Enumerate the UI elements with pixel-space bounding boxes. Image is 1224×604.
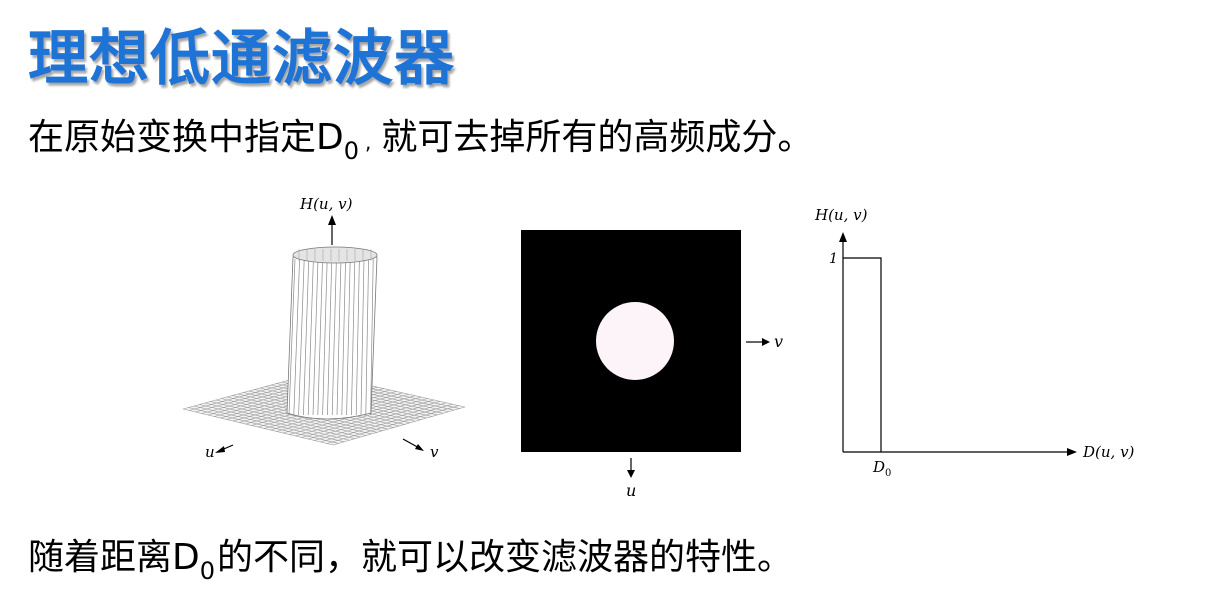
line2-subscript: 0 [199,557,216,585]
profile-step-curve [843,257,882,452]
profile-y-tick-label: 1 [829,251,838,267]
line1-subscript: 0 [343,137,360,165]
profile-x-arrowhead [1067,448,1077,456]
line1-text-start: 在原始变换中指定D [28,117,344,158]
profile-d0-label: D0 [872,458,891,479]
v-axis-arrowhead [415,444,424,451]
profile-y-arrowhead [839,232,847,242]
description-line-2: 随着距离D0的不同，就可以改变滤波器的特性。 [28,528,794,585]
lpf-3d-surface-figure: H(u, v) u v [175,195,475,495]
z-axis-arrowhead [328,215,336,225]
v-axis-label: v [430,443,439,461]
profile-y-label: H(u, v) [814,206,868,224]
profile-x-label: D(u, v) [1082,443,1135,461]
lpf-profile-figure: H(u, v) 1 D(u, v) D0 [805,200,1165,490]
lpf-image-figure: v u [518,230,788,500]
line2-text-start: 随着距离D [28,537,200,578]
cylinder-surface [286,246,378,420]
image-v-axis-label: v [774,332,783,351]
lpf-profile-svg: H(u, v) 1 D(u, v) D0 [814,206,1135,479]
image-u-axis-arrowhead [627,470,635,478]
z-axis-label: H(u, v) [299,195,353,213]
u-axis-label: u [205,443,215,461]
line2-text-end: 的不同，就可以改变滤波器的特性。 [217,537,794,578]
line1-text-end: 就可去掉所有的高频成分。 [381,117,814,158]
description-line-1: 在原始变换中指定D0, 就可去掉所有的高频成分。 [28,108,814,165]
u-axis-arrowhead [215,446,225,453]
slide-title: 理想低通滤波器 [28,24,455,94]
lpf-image-axes: v u [626,332,783,500]
lpf-3d-surface-svg: H(u, v) u v [182,195,466,461]
image-u-axis-label: u [626,481,636,500]
line1-comma: , [365,130,372,154]
image-v-axis-arrowhead [762,338,770,346]
